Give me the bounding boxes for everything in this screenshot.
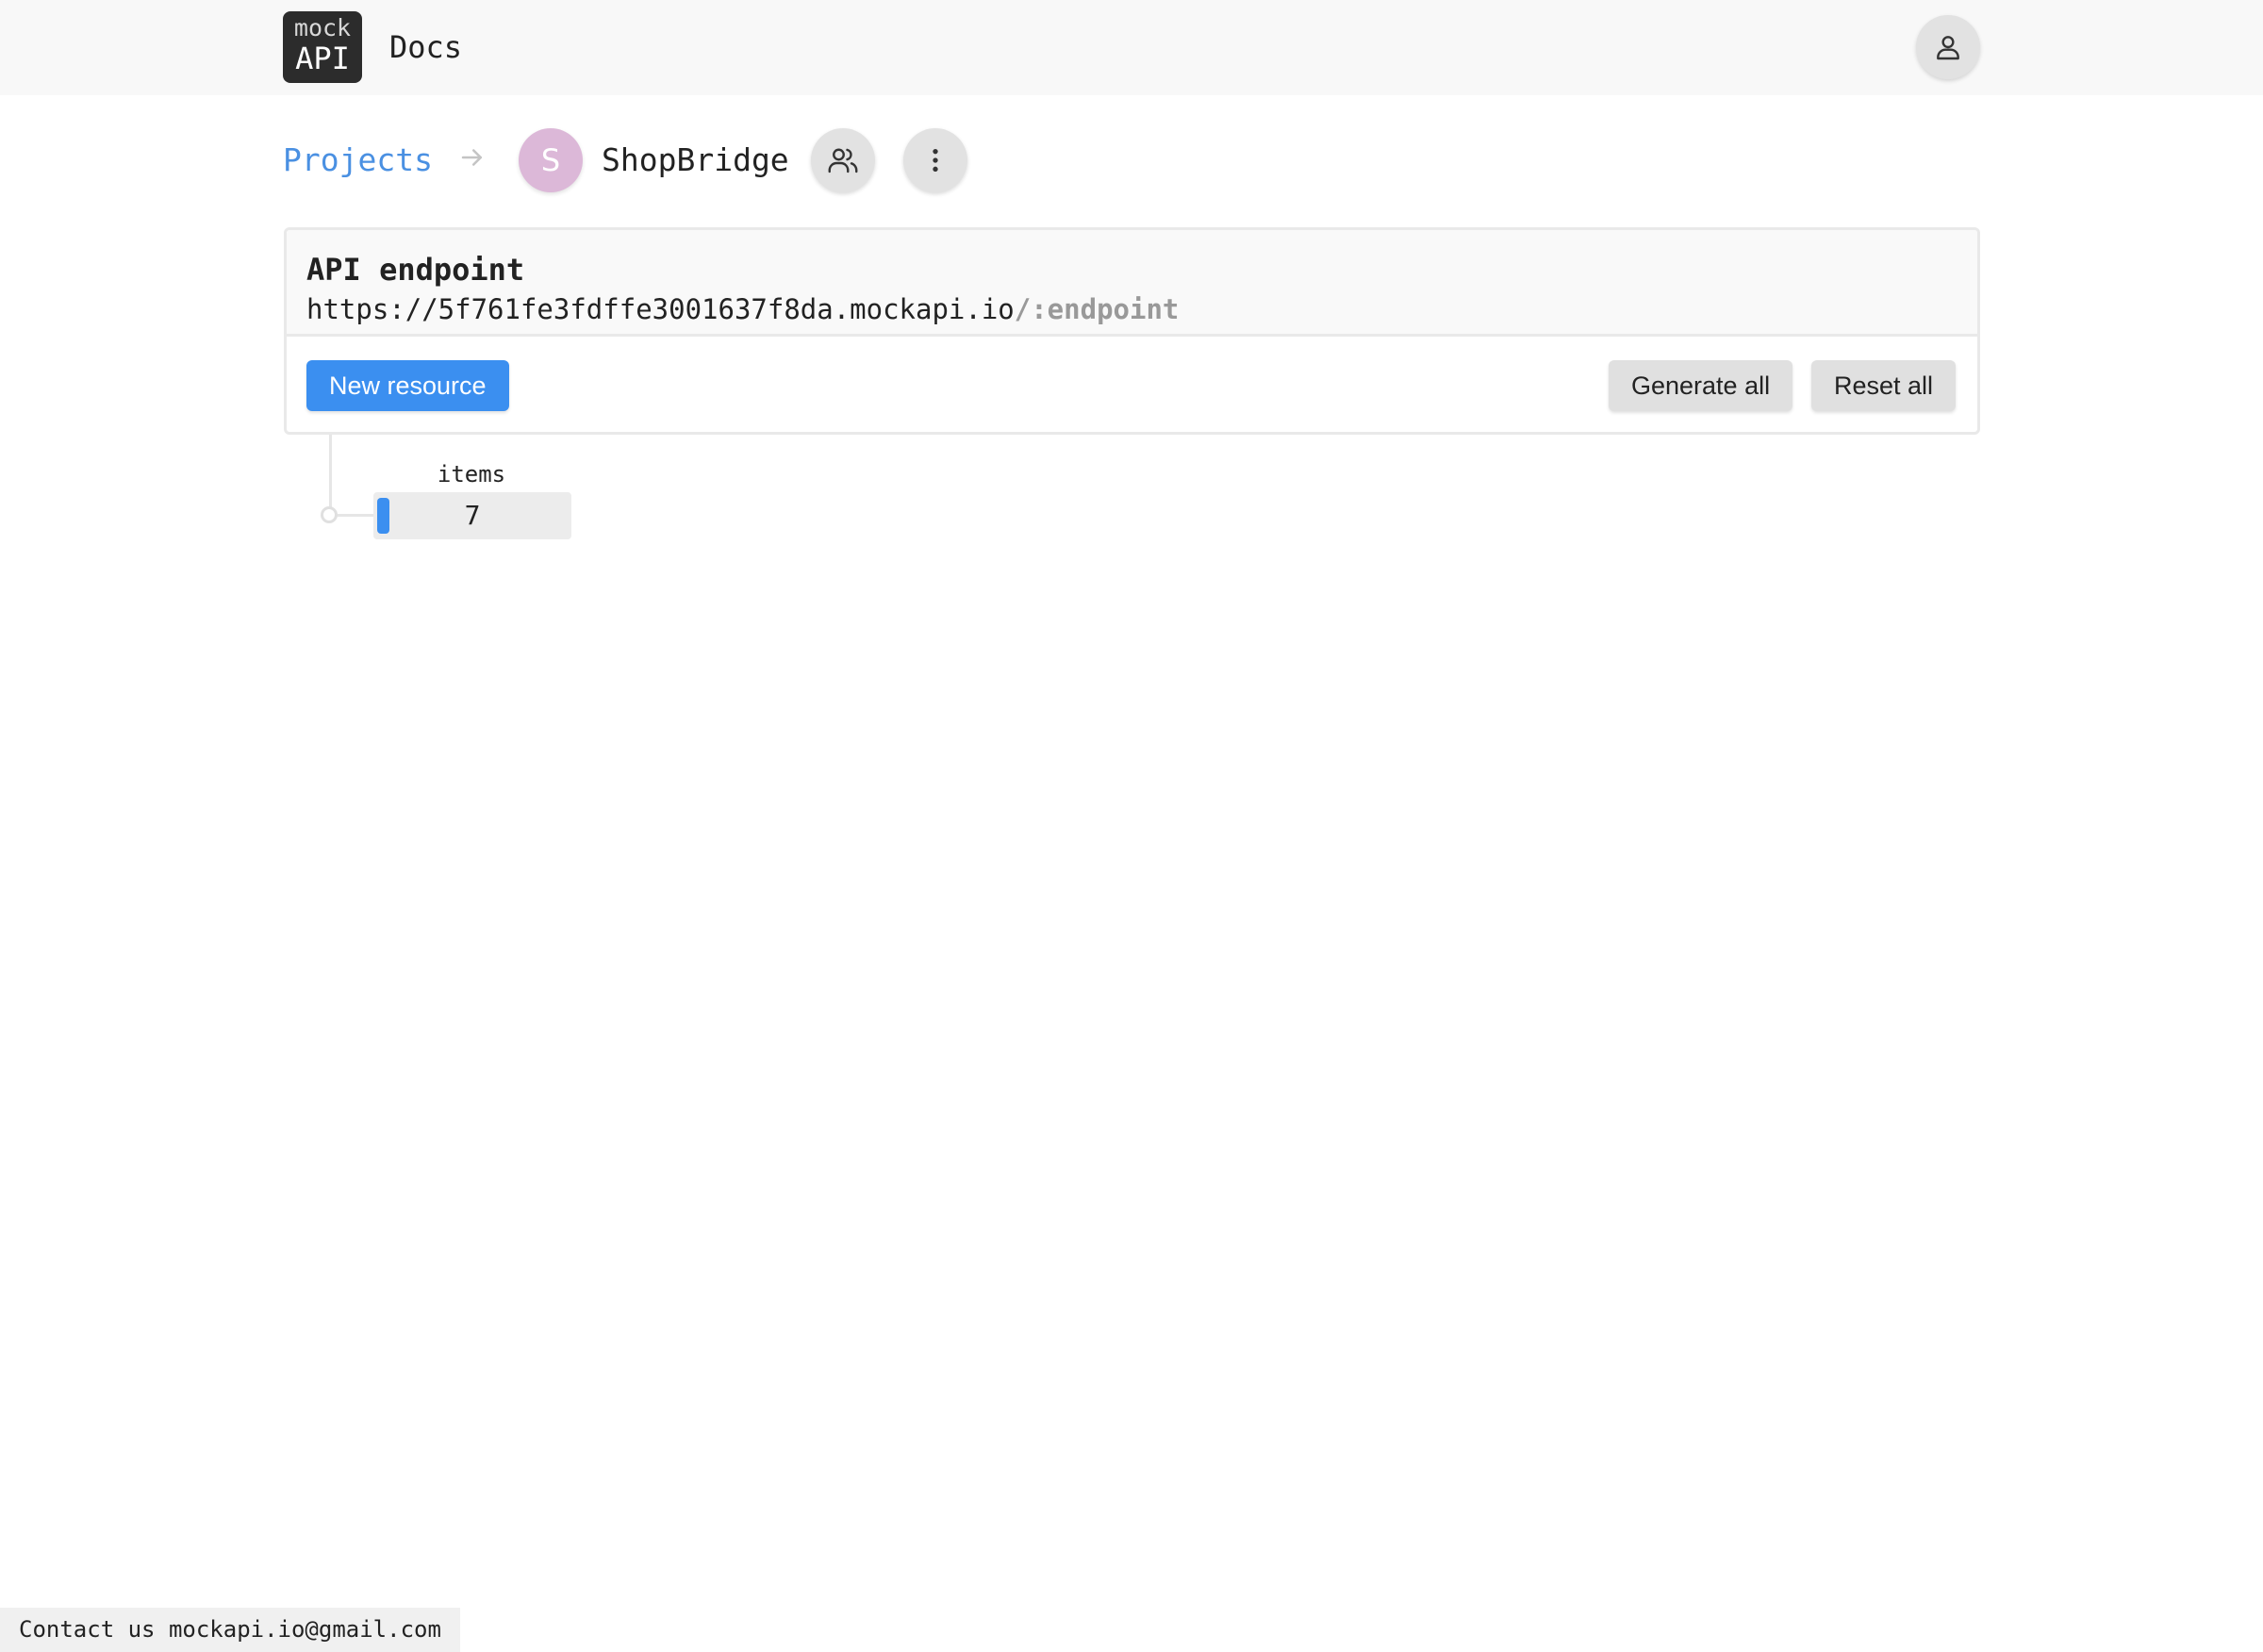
project-name: ShopBridge <box>602 141 789 178</box>
project-more-button[interactable] <box>903 128 967 192</box>
reset-all-button[interactable]: Reset all <box>1811 360 1957 411</box>
resource-name-items[interactable]: items <box>373 460 570 488</box>
logo-top-text: mock <box>293 14 352 41</box>
user-menu-button[interactable] <box>1916 15 1980 79</box>
generate-all-button[interactable]: Generate all <box>1609 360 1793 411</box>
resource-count: 7 <box>464 500 481 531</box>
top-bar: mock API Docs <box>0 0 2263 95</box>
api-endpoint-title: API endpoint <box>306 252 525 288</box>
resource-count-bar-items[interactable]: 7 <box>373 492 571 539</box>
new-resource-button[interactable]: New resource <box>306 360 509 411</box>
user-icon <box>1937 36 1959 60</box>
resource-tree-node <box>321 506 338 523</box>
api-endpoint-card: API endpoint https://5f761fe3fdffe300163… <box>284 227 1980 435</box>
breadcrumb: Projects S ShopBridge <box>283 126 1037 194</box>
api-endpoint-header: API endpoint https://5f761fe3fdffe300163… <box>287 230 1977 337</box>
more-vertical-icon <box>933 149 938 172</box>
resource-tree-branch <box>338 514 373 517</box>
project-team-button[interactable] <box>811 128 875 192</box>
api-endpoint-suffix: /:endpoint <box>1014 293 1180 325</box>
logo-bottom-text: API <box>295 41 350 76</box>
docs-link[interactable]: Docs <box>389 28 462 66</box>
resource-tree-line <box>329 435 332 512</box>
arrow-right-icon <box>461 149 482 166</box>
project-avatar: S <box>519 128 583 192</box>
users-icon <box>828 148 858 173</box>
mockapi-logo[interactable]: mock API <box>283 11 362 83</box>
api-endpoint-url[interactable]: https://5f761fe3fdffe3001637f8da.mockapi… <box>306 292 1179 326</box>
contact-footer[interactable]: Contact us mockapi.io@gmail.com <box>0 1608 460 1652</box>
breadcrumb-projects-link[interactable]: Projects <box>283 141 433 179</box>
api-endpoint-base-url: https://5f761fe3fdffe3001637f8da.mockapi… <box>306 293 1015 325</box>
